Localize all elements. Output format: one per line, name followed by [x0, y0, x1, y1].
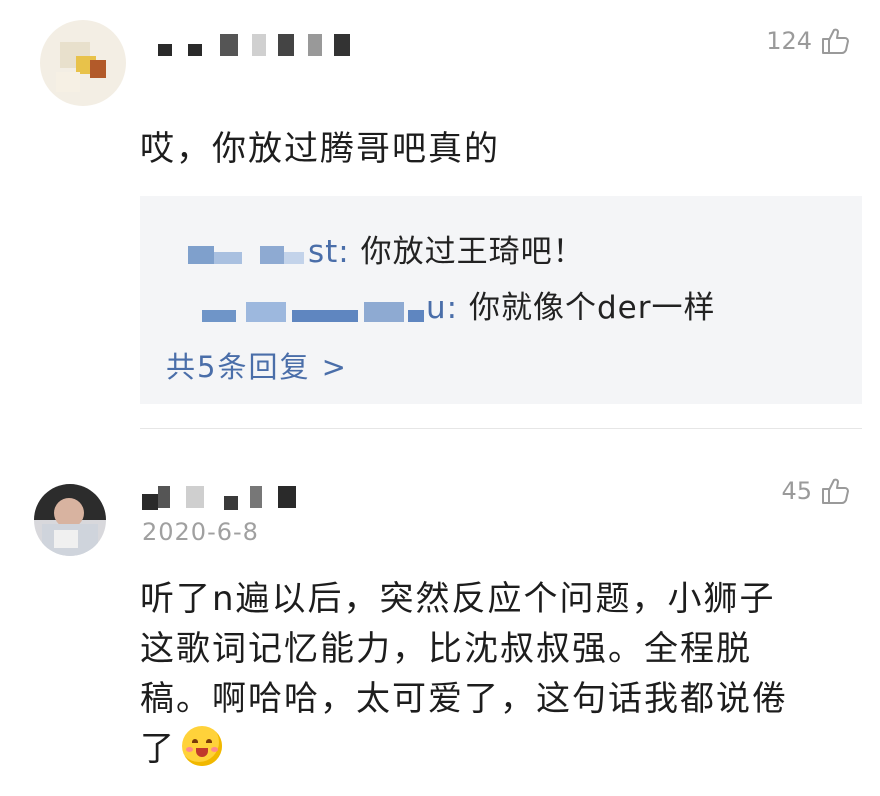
like-count: 124 — [766, 27, 812, 55]
divider — [140, 428, 862, 429]
username-redacted[interactable] — [142, 486, 302, 510]
comment-item: 124 哎，你放过腾哥吧真的 st: 你放过王琦吧！ u: 你就像个der一样 — [0, 0, 880, 430]
reply-text: 你放过王琦吧！ — [360, 234, 585, 270]
comment-date: 2020-6-8 — [142, 518, 259, 546]
avatar[interactable] — [34, 484, 106, 556]
reply-username-suffix: u: — [426, 290, 459, 326]
like-count: 45 — [781, 477, 812, 505]
comment-text-line: 了 — [140, 724, 860, 774]
view-more-replies-link[interactable]: 共5条回复 > — [166, 344, 348, 386]
thumbs-up-icon — [822, 478, 849, 504]
reply-username-redacted — [168, 240, 308, 266]
reply-item[interactable]: u: 你就像个der一样 — [168, 282, 715, 327]
avatar[interactable] — [40, 20, 126, 106]
thumbs-up-icon — [822, 28, 849, 54]
comment-text: 听了n遍以后，突然反应个问题，小狮子 这歌词记忆能力，比沈叔叔强。全程脱 稿。啊… — [140, 574, 860, 774]
reply-username-redacted — [168, 296, 426, 322]
comment-text-line-end: 了 — [140, 729, 176, 769]
comment-text: 哎，你放过腾哥吧真的 — [140, 129, 500, 169]
like-button[interactable]: 124 — [766, 26, 850, 56]
comment-text-line: 这歌词记忆能力，比沈叔叔强。全程脱 — [140, 629, 752, 669]
reply-text: 你就像个der一样 — [468, 290, 716, 326]
username-redacted[interactable] — [158, 34, 358, 58]
comment-text-line: 听了n遍以后，突然反应个问题，小狮子 — [140, 579, 776, 619]
comment-item: 2020-6-8 45 听了n遍以后，突然反应个问题，小狮子 这歌词记忆能力，比… — [0, 432, 880, 796]
reply-username-suffix: st: — [308, 234, 350, 270]
blush-smile-emoji-icon — [182, 726, 222, 766]
reply-item[interactable]: st: 你放过王琦吧！ — [168, 226, 585, 271]
comment-text-line: 稿。啊哈哈，太可爱了，这句话我都说倦 — [140, 679, 788, 719]
like-button[interactable]: 45 — [781, 476, 850, 506]
reply-preview-box[interactable]: st: 你放过王琦吧！ u: 你就像个der一样 共5条回复 > — [140, 196, 862, 404]
